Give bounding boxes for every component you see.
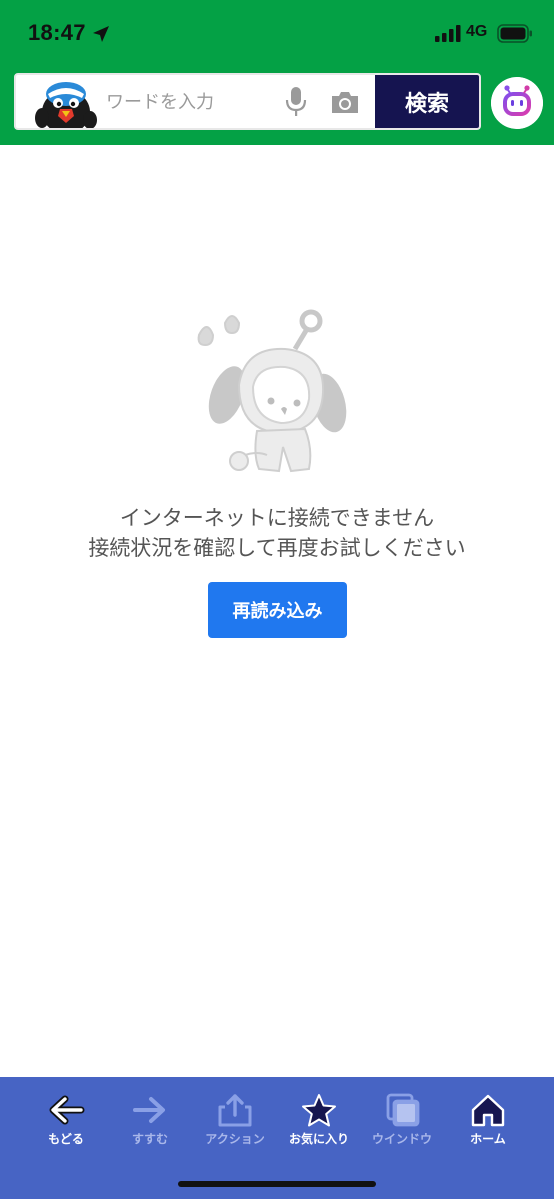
- nav-windows-button[interactable]: ウインドウ: [362, 1087, 442, 1151]
- assistant-bot-icon[interactable]: [491, 77, 543, 129]
- offline-mascot-illustration: [197, 309, 347, 473]
- cellular-signal-icon: [435, 25, 461, 42]
- star-icon: [302, 1094, 336, 1127]
- nav-home-button[interactable]: ホーム: [448, 1087, 528, 1151]
- status-bar: 18:47 4G: [0, 0, 554, 66]
- microphone-icon[interactable]: [284, 86, 308, 118]
- location-arrow-icon: [93, 26, 109, 42]
- browser-screen: 18:47 4G ワードを入力 検索 インターネットに接続できません 接続状況を…: [0, 0, 554, 1199]
- mascot-logo-icon[interactable]: [22, 76, 106, 130]
- battery-icon: [497, 24, 532, 43]
- status-time: 18:47: [28, 20, 86, 45]
- home-indicator[interactable]: [178, 1181, 376, 1187]
- header: 18:47 4G ワードを入力 検索: [0, 0, 554, 145]
- nav-favorites-button[interactable]: お気に入り: [279, 1087, 359, 1151]
- search-bar: 検索: [14, 73, 481, 130]
- nav-windows-label: ウインドウ: [371, 1132, 432, 1146]
- nav-action-label: アクション: [205, 1132, 265, 1146]
- nav-forward-label: すすむ: [131, 1132, 168, 1146]
- search-button[interactable]: 検索: [375, 75, 479, 128]
- home-icon: [471, 1094, 505, 1127]
- error-message-subtitle: 接続状況を確認して再度お試しください: [88, 536, 466, 560]
- error-message-title: インターネットに接続できません: [119, 506, 435, 530]
- network-type: 4G: [466, 23, 488, 40]
- nav-back-button[interactable]: もどる: [26, 1087, 106, 1151]
- windows-icon: [386, 1093, 420, 1127]
- camera-icon[interactable]: [330, 89, 360, 115]
- forward-arrow-icon: [133, 1097, 165, 1123]
- nav-action-button[interactable]: アクション: [195, 1087, 275, 1151]
- nav-favorites-label: お気に入り: [288, 1132, 349, 1146]
- reload-button[interactable]: 再読み込み: [208, 582, 347, 638]
- nav-home-label: ホーム: [470, 1132, 506, 1146]
- search-input[interactable]: [106, 87, 276, 117]
- nav-back-label: もどる: [48, 1132, 84, 1146]
- back-arrow-icon: [49, 1095, 85, 1125]
- nav-forward-button[interactable]: すすむ: [110, 1087, 190, 1151]
- share-icon: [218, 1094, 252, 1127]
